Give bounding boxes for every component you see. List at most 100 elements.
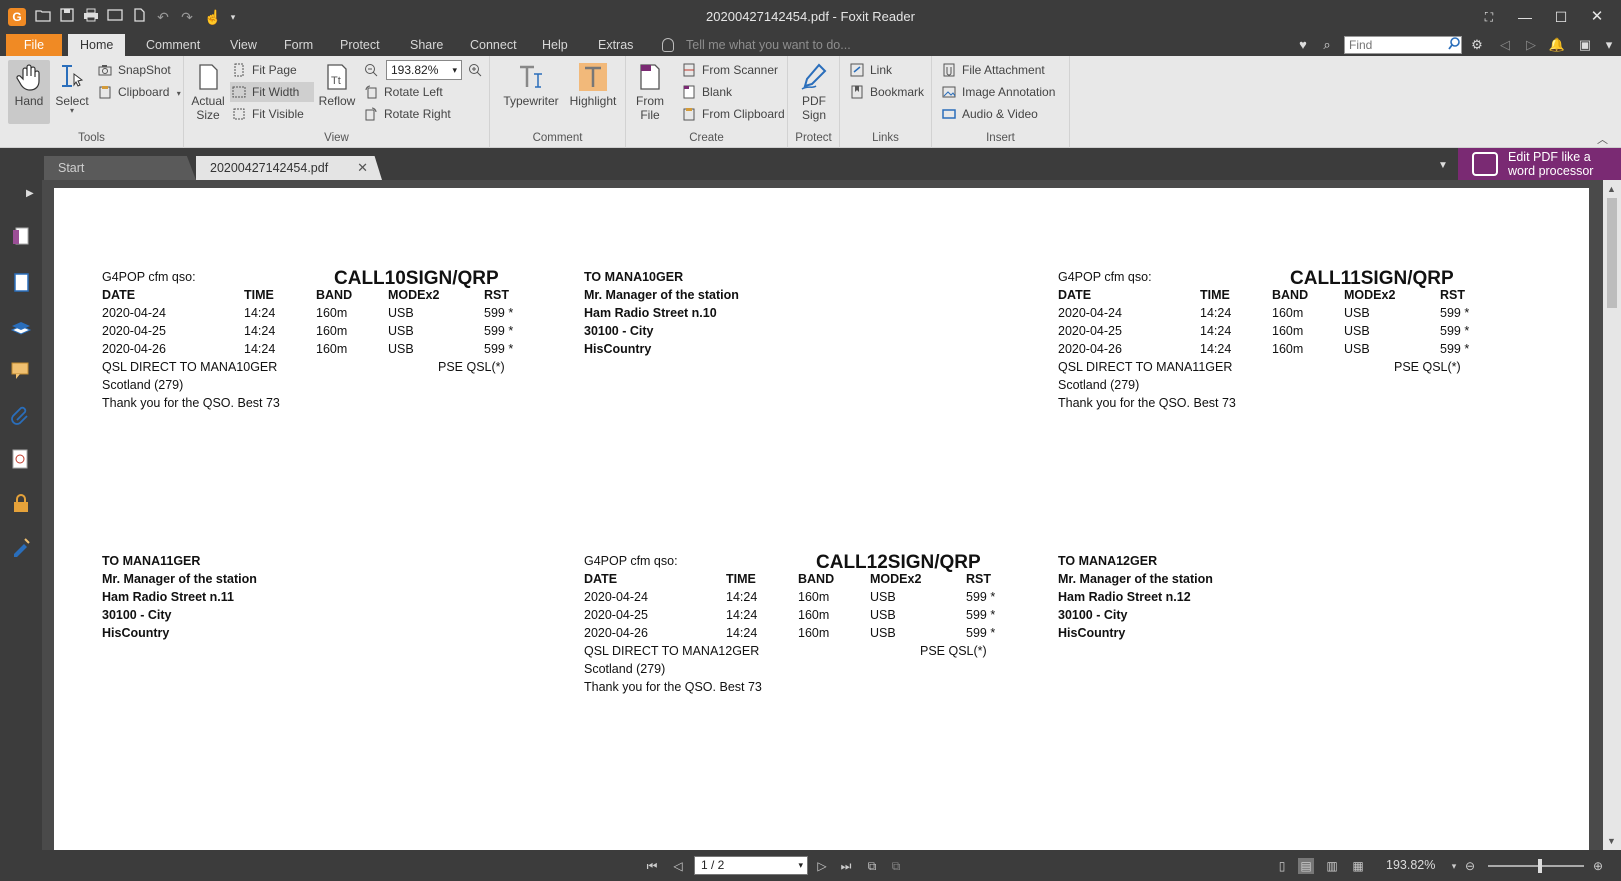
continuous-view-icon[interactable]: ▤ [1298,858,1314,874]
pdf-sign-button[interactable]: PDF Sign [794,60,834,124]
minimize-button[interactable]: — [1512,6,1538,28]
page-number-input[interactable]: 1 / 2 ▾ [694,856,808,875]
zoom-slider[interactable] [1488,865,1584,867]
account-icon[interactable]: ▣ [1576,36,1594,54]
customize-quick-access-icon[interactable]: ▾ [224,8,242,26]
audio-video-button[interactable]: Audio & Video [940,104,1038,124]
reflow-button[interactable]: Tt Reflow [316,60,358,124]
snapshot-button[interactable]: SnapShot [96,60,171,80]
blank-button[interactable]: Blank [680,82,732,102]
fit-width-button[interactable]: Fit Width [230,82,314,102]
actual-size-button[interactable]: Actual Size [188,60,228,124]
document-viewport[interactable]: G4POP cfm qso: CALL10SIGN/QRP DATE TIME … [42,180,1603,850]
signatures-panel-icon[interactable] [10,448,32,470]
find-input[interactable] [1344,36,1462,54]
zoom-slider-handle[interactable] [1538,859,1542,873]
tab-form[interactable]: Form [272,34,325,56]
tab-document[interactable]: 20200427142454.pdf ✕ [196,156,382,180]
close-button[interactable]: ✕ [1584,6,1610,28]
zoom-options-dropdown-icon[interactable]: ▾ [1446,858,1462,874]
fullscreen-icon[interactable]: ⛶ [1476,6,1502,28]
first-page-icon[interactable]: ⏮ [644,858,660,874]
link-button[interactable]: Link [848,60,892,80]
facing-view-icon[interactable]: ▥ [1324,858,1340,874]
highlight-button[interactable]: Highlight [566,60,620,124]
tab-start[interactable]: Start [44,156,196,180]
next-view-icon[interactable]: ⧉ [888,858,904,874]
maximize-button[interactable]: ☐ [1548,6,1574,28]
tab-view[interactable]: View [218,34,269,56]
previous-view-icon[interactable]: ⧉ [864,858,880,874]
new-doc-icon[interactable] [130,8,148,26]
scroll-down-arrow-icon[interactable]: ▼ [1607,836,1616,846]
select-dropdown-icon[interactable]: ▾ [52,107,92,115]
bookmark-button[interactable]: Bookmark [848,82,924,102]
tab-share[interactable]: Share [398,34,455,56]
pages-icon[interactable] [10,226,32,248]
from-scanner-button[interactable]: From Scanner [680,60,778,80]
next-page-icon[interactable]: ▷ [814,858,830,874]
foxit-logo-icon[interactable]: G [8,8,26,26]
save-icon[interactable] [58,8,76,26]
ribbon-options-icon[interactable]: ▾ [1600,36,1618,54]
zoom-dropdown-icon[interactable]: ▾ [452,61,457,79]
attachments-panel-icon[interactable] [10,404,32,426]
fit-visible-button[interactable]: Fit Visible [230,104,304,124]
image-annotation-button[interactable]: Image Annotation [940,82,1055,102]
previous-result-icon[interactable]: ◁ [1496,36,1514,54]
print-icon[interactable] [82,8,100,26]
bookmarks-panel-icon[interactable] [10,272,32,294]
tab-home[interactable]: Home [68,34,126,56]
last-page-icon[interactable]: ⏭ [838,858,854,874]
tell-me-search[interactable]: Tell me what you want to do... [686,34,851,56]
notification-bell-icon[interactable]: 🔔 [1548,36,1566,54]
undo-icon[interactable]: ↶ [154,8,172,26]
scrollbar-thumb[interactable] [1607,198,1617,308]
file-menu[interactable]: File [6,34,62,56]
tab-extras[interactable]: Extras [586,34,645,56]
heart-icon[interactable]: ♥ [1294,36,1312,54]
close-tab-icon[interactable]: ✕ [357,156,368,180]
tab-connect[interactable]: Connect [458,34,529,56]
scroll-up-arrow-icon[interactable]: ▲ [1607,184,1616,194]
zoom-out-button[interactable] [362,60,380,80]
tab-help[interactable]: Help [530,34,580,56]
tab-list-dropdown-icon[interactable]: ▼ [1438,160,1448,171]
security-lock-icon[interactable] [10,492,32,514]
layers-icon[interactable] [10,316,32,338]
rotate-right-button[interactable]: Rotate Right [362,104,451,124]
hand-tool-button[interactable]: Hand [8,60,50,124]
content-edit-icon[interactable] [10,536,32,558]
settings-gear-icon[interactable]: ⚙ [1468,36,1486,54]
search-document-icon[interactable]: ⌕ [1318,36,1336,54]
select-tool-button[interactable]: Select ▾ [52,60,92,124]
vertical-scrollbar[interactable]: ▲ ▼ [1603,180,1621,850]
open-folder-icon[interactable] [34,8,52,26]
status-zoom-level[interactable]: 193.82% [1386,858,1435,872]
hand-tool-quick-icon[interactable]: ☝ [204,8,222,26]
status-zoom-in-icon[interactable]: ⊕ [1590,858,1606,874]
clipboard-button[interactable]: Clipboard ▾ [96,82,181,102]
rotate-left-button[interactable]: Rotate Left [362,82,443,102]
single-page-view-icon[interactable]: ▯ [1274,858,1290,874]
previous-page-icon[interactable]: ◁ [670,858,686,874]
edit-pdf-promo-banner[interactable]: Edit PDF like a word processor [1458,148,1621,180]
clipboard-dropdown-icon[interactable]: ▾ [177,89,181,98]
page-dropdown-icon[interactable]: ▾ [798,857,803,874]
zoom-in-button[interactable] [466,60,484,80]
typewriter-button[interactable]: Typewriter [500,60,562,124]
screen-icon[interactable] [106,8,124,26]
collapse-ribbon-icon[interactable]: ︿ [1597,131,1611,146]
tab-comment[interactable]: Comment [134,34,212,56]
expand-panel-icon[interactable]: ▶ [26,188,34,199]
file-attachment-button[interactable]: File Attachment [940,60,1045,80]
tab-protect[interactable]: Protect [328,34,392,56]
next-result-icon[interactable]: ▷ [1522,36,1540,54]
status-zoom-out-icon[interactable]: ⊖ [1462,858,1478,874]
zoom-level-select[interactable]: 193.82% ▾ [386,60,462,80]
continuous-facing-view-icon[interactable]: ▦ [1350,858,1366,874]
search-icon[interactable] [1448,37,1462,51]
from-file-button[interactable]: From File [630,60,670,124]
comments-panel-icon[interactable] [10,360,32,382]
redo-icon[interactable]: ↷ [178,8,196,26]
